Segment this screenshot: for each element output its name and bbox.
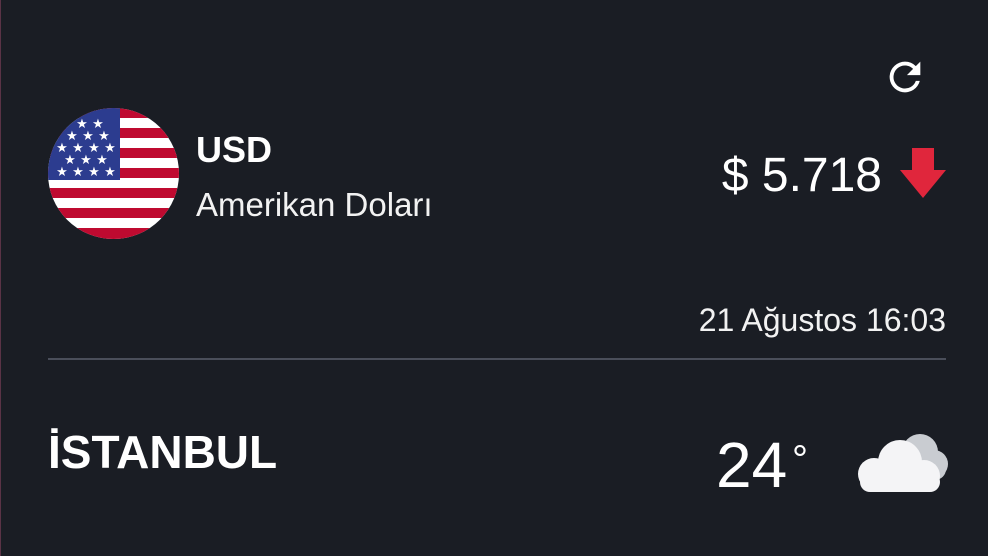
cloud-icon	[858, 434, 948, 492]
svg-text:★: ★	[72, 165, 84, 180]
refresh-button[interactable]	[880, 52, 930, 102]
currency-name: Amerikan Doları	[196, 186, 433, 223]
left-edge-line	[0, 0, 1, 556]
divider	[48, 358, 946, 360]
svg-text:★: ★	[104, 165, 116, 180]
city-name: İSTANBUL	[48, 426, 278, 478]
currency-code: USD	[196, 129, 273, 170]
svg-text:★: ★	[56, 165, 68, 180]
us-flag-icon: ★ ★ ★ ★ ★ ★ ★ ★ ★ ★ ★ ★ ★ ★ ★ ★	[48, 108, 179, 239]
temperature: 24	[716, 429, 788, 501]
exchange-rate: $ 5.718	[721, 149, 882, 202]
currency-weather-widget: ★ ★ ★ ★ ★ ★ ★ ★ ★ ★ ★ ★ ★ ★ ★ ★ USD Amer…	[0, 0, 988, 556]
degree-symbol: °	[792, 438, 808, 482]
svg-text:★: ★	[88, 165, 100, 180]
arrow-down-icon	[900, 148, 946, 198]
last-updated: 21 Ağustos 16:03	[698, 302, 946, 338]
refresh-icon	[889, 61, 921, 93]
